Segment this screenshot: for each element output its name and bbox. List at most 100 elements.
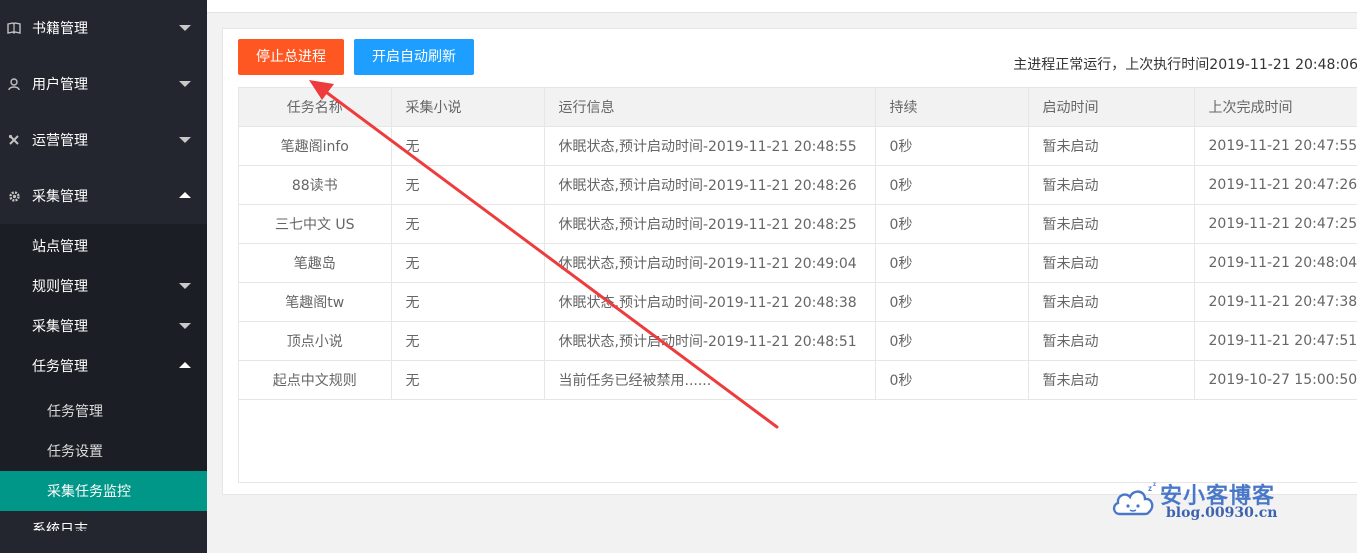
tools-icon [7,133,21,147]
novel-cell: 无 [390,242,545,283]
chevron-down-icon [179,81,191,87]
nav-operations-label: 运营管理 [32,133,88,149]
sidebar-item-sites[interactable]: 站点管理 [0,224,207,266]
collect-submenu: 站点管理 规则管理 采集管理 任务管理 任务管理 任务设置 采集任务监控 [0,224,207,511]
process-status-text: 主进程正常运行，上次执行时间2019-11-21 20:48:06 [1013,57,1357,73]
task-table: 任务名称 采集小说 运行信息 持续 启动时间 上次完成时间 笔趣阁info 无 … [238,87,1357,483]
last-finish-cell: 2019-11-21 20:48:04 [1193,242,1357,283]
sidebar-item-label: 任务设置 [47,444,103,460]
novel-cell: 无 [390,203,545,244]
gear-icon [7,189,21,203]
task-name-cell: 88读书 [239,164,392,205]
start-time-cell: 暂未启动 [1027,242,1195,283]
column-header[interactable]: 运行信息 [543,88,876,127]
start-time-cell: 暂未启动 [1027,281,1195,322]
sidebar-item-task-settings[interactable]: 任务设置 [0,431,207,471]
sidebar-item-collect[interactable]: 采集管理 [0,306,207,346]
table-row[interactable]: 顶点小说 无 休眠状态,预计启动时间-2019-11-21 20:48:51 0… [239,320,1357,361]
svg-text:z: z [1148,484,1152,493]
sidebar-item-task-monitor[interactable]: 采集任务监控 [0,471,207,511]
sidebar-item-label: 系统日志 [32,522,88,531]
duration-cell: 0秒 [874,242,1029,283]
column-header[interactable]: 上次完成时间 [1193,88,1357,127]
top-bar [207,0,1357,13]
start-time-cell: 暂未启动 [1027,164,1195,205]
novel-cell: 无 [390,125,545,166]
nav-partial-item[interactable]: 系统日志 [0,511,207,531]
duration-cell: 0秒 [874,203,1029,244]
book-icon [7,21,21,35]
sidebar-item-label: 规则管理 [32,279,88,295]
column-header[interactable]: 启动时间 [1027,88,1195,127]
chevron-up-icon [179,362,191,368]
nav-books[interactable]: 书籍管理 [0,0,207,56]
sidebar: 书籍管理 用户管理 运营管理 采集管理 站点管理 规则管理 采集管理 任务管理 … [0,0,207,553]
chevron-down-icon [179,137,191,143]
duration-cell: 0秒 [874,320,1029,361]
nav-operations[interactable]: 运营管理 [0,112,207,168]
last-finish-cell: 2019-11-21 20:47:38 [1193,281,1357,322]
sidebar-item-label: 采集任务监控 [47,484,131,500]
chevron-up-icon [179,192,191,198]
run-info-cell: 休眠状态,预计启动时间-2019-11-21 20:49:04 [543,242,876,283]
novel-cell: 无 [390,281,545,322]
sidebar-item-tasks[interactable]: 任务管理 [0,346,207,386]
sidebar-item-label: 站点管理 [32,239,88,255]
run-info-cell: 休眠状态,预计启动时间-2019-11-21 20:48:25 [543,203,876,244]
start-time-cell: 暂未启动 [1027,320,1195,361]
column-header[interactable]: 任务名称 [239,88,392,127]
sidebar-item-label: 任务管理 [47,404,103,420]
duration-cell: 0秒 [874,281,1029,322]
run-info-cell: 休眠状态,预计启动时间-2019-11-21 20:48:38 [543,281,876,322]
table-row[interactable]: 笔趣岛 无 休眠状态,预计启动时间-2019-11-21 20:49:04 0秒… [239,242,1357,283]
column-header[interactable]: 采集小说 [390,88,545,127]
sidebar-item-label: 采集管理 [32,319,88,335]
chevron-down-icon [179,25,191,31]
monitor-card: 停止总进程 开启自动刷新 主进程正常运行，上次执行时间2019-11-21 20… [222,28,1357,495]
start-time-cell: 暂未启动 [1027,359,1195,400]
table-row[interactable]: 三七中文 US 无 休眠状态,预计启动时间-2019-11-21 20:48:2… [239,203,1357,244]
start-time-cell: 暂未启动 [1027,125,1195,166]
table-row[interactable]: 笔趣阁info 无 休眠状态,预计启动时间-2019-11-21 20:48:5… [239,125,1357,166]
last-finish-cell: 2019-11-21 20:47:25 [1193,203,1357,244]
run-info-cell: 休眠状态,预计启动时间-2019-11-21 20:48:26 [543,164,876,205]
stop-process-button[interactable]: 停止总进程 [238,39,344,75]
run-info-cell: 休眠状态,预计启动时间-2019-11-21 20:48:55 [543,125,876,166]
last-finish-cell: 2019-10-27 15:00:50 [1193,359,1357,400]
task-name-cell: 笔趣岛 [239,242,392,283]
nav-collect[interactable]: 采集管理 [0,168,207,224]
svg-text:z: z [1153,482,1156,488]
duration-cell: 0秒 [874,359,1029,400]
duration-cell: 0秒 [874,164,1029,205]
chevron-down-icon [179,283,191,289]
table-row[interactable]: 88读书 无 休眠状态,预计启动时间-2019-11-21 20:48:26 0… [239,164,1357,205]
user-icon [7,77,21,91]
watermark-url: blog.00930.cn [1166,505,1278,521]
nav-collect-label: 采集管理 [32,189,88,205]
task-name-cell: 笔趣阁info [239,125,392,166]
auto-refresh-button[interactable]: 开启自动刷新 [354,39,474,75]
start-time-cell: 暂未启动 [1027,203,1195,244]
nav-books-label: 书籍管理 [32,21,88,37]
table-row[interactable]: 笔趣阁tw 无 休眠状态,预计启动时间-2019-11-21 20:48:38 … [239,281,1357,322]
task-name-cell: 三七中文 US [239,203,392,244]
run-info-cell: 休眠状态,预计启动时间-2019-11-21 20:48:51 [543,320,876,361]
duration-cell: 0秒 [874,125,1029,166]
last-finish-cell: 2019-11-21 20:47:26 [1193,164,1357,205]
task-name-cell: 笔趣阁tw [239,281,392,322]
cloud-logo-icon: z z [1112,482,1156,516]
last-finish-cell: 2019-11-21 20:47:51 [1193,320,1357,361]
sidebar-item-rules[interactable]: 规则管理 [0,266,207,306]
sidebar-item-label: 任务管理 [32,359,88,375]
sidebar-item-task-manage[interactable]: 任务管理 [0,391,207,431]
chevron-down-icon [179,323,191,329]
last-finish-cell: 2019-11-21 20:47:55 [1193,125,1357,166]
nav-users[interactable]: 用户管理 [0,56,207,112]
table-row[interactable]: 起点中文规则 无 当前任务已经被禁用...... 0秒 暂未启动 2019-10… [239,359,1357,400]
run-info-cell: 当前任务已经被禁用...... [543,359,876,400]
novel-cell: 无 [390,164,545,205]
task-name-cell: 起点中文规则 [239,359,392,400]
column-header[interactable]: 持续 [874,88,1029,127]
watermark: z z 安小客博客 blog.00930.cn [1110,478,1290,522]
task-name-cell: 顶点小说 [239,320,392,361]
